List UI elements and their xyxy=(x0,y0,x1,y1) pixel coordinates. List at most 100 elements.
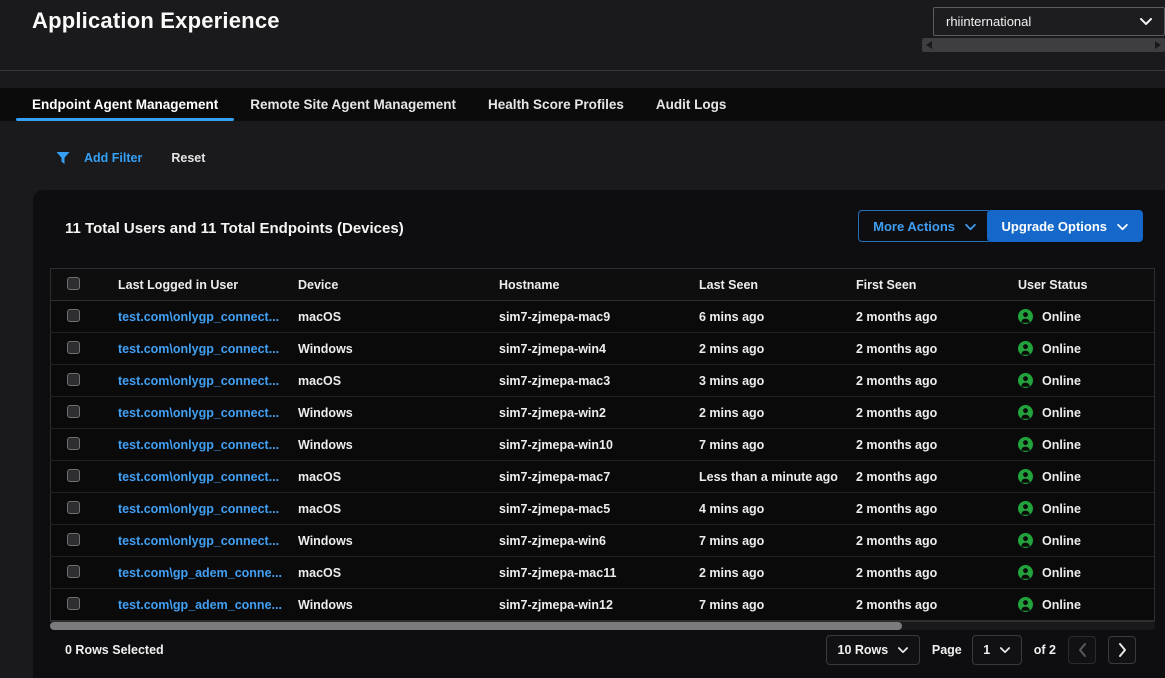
device-cell: Windows xyxy=(284,534,484,548)
online-user-icon xyxy=(1018,341,1033,356)
row-checkbox[interactable] xyxy=(67,597,80,610)
column-header-last-seen: Last Seen xyxy=(684,278,841,292)
user-link[interactable]: test.com\onlygp_connect... xyxy=(118,310,279,324)
device-cell: macOS xyxy=(284,374,484,388)
upgrade-options-button[interactable]: Upgrade Options xyxy=(987,210,1143,242)
row-checkbox[interactable] xyxy=(67,341,80,354)
last-seen-cell: 2 mins ago xyxy=(684,342,841,356)
status-label: Online xyxy=(1042,534,1081,548)
add-filter-button[interactable]: Add Filter xyxy=(84,151,142,165)
row-checkbox[interactable] xyxy=(67,437,80,450)
online-user-icon xyxy=(1018,597,1033,612)
hostname-cell: sim7-zjmepa-win2 xyxy=(484,406,684,420)
last-seen-cell: Less than a minute ago xyxy=(684,470,841,484)
rows-per-page-select[interactable]: 10 Rows xyxy=(826,635,920,665)
more-actions-button[interactable]: More Actions xyxy=(858,210,991,242)
filter-bar: Add Filter Reset xyxy=(56,147,205,169)
chevron-down-icon xyxy=(1117,219,1128,234)
online-user-icon xyxy=(1018,309,1033,324)
user-link[interactable]: test.com\onlygp_connect... xyxy=(118,438,279,452)
table-row: test.com\onlygp_connect... macOS sim7-zj… xyxy=(51,365,1154,397)
table-row: test.com\onlygp_connect... macOS sim7-zj… xyxy=(51,461,1154,493)
status-label: Online xyxy=(1042,566,1081,580)
tab-remote-site-agent-management[interactable]: Remote Site Agent Management xyxy=(234,88,472,121)
status-label: Online xyxy=(1042,598,1081,612)
page-number-value: 1 xyxy=(983,643,990,657)
status-label: Online xyxy=(1042,406,1081,420)
tenant-scrollbar[interactable] xyxy=(922,38,1165,52)
device-cell: Windows xyxy=(284,406,484,420)
hostname-cell: sim7-zjmepa-win4 xyxy=(484,342,684,356)
user-link[interactable]: test.com\onlygp_connect... xyxy=(118,342,279,356)
row-checkbox[interactable] xyxy=(67,373,80,386)
hostname-cell: sim7-zjmepa-mac3 xyxy=(484,374,684,388)
last-seen-cell: 2 mins ago xyxy=(684,406,841,420)
status-label: Online xyxy=(1042,438,1081,452)
reset-filter-button[interactable]: Reset xyxy=(171,151,205,165)
status-label: Online xyxy=(1042,310,1081,324)
user-link[interactable]: test.com\onlygp_connect... xyxy=(118,534,279,548)
row-checkbox[interactable] xyxy=(67,533,80,546)
user-link[interactable]: test.com\gp_adem_conne... xyxy=(118,598,282,612)
column-header-device: Device xyxy=(284,278,484,292)
first-seen-cell: 2 months ago xyxy=(841,374,998,388)
row-checkbox[interactable] xyxy=(67,565,80,578)
table-row: test.com\onlygp_connect... Windows sim7-… xyxy=(51,333,1154,365)
application-experience-screen: Application Experience rhiinternational … xyxy=(0,0,1165,678)
table-horizontal-scrollbar[interactable] xyxy=(50,622,1155,630)
user-link[interactable]: test.com\gp_adem_conne... xyxy=(118,566,282,580)
table-row: test.com\gp_adem_conne... macOS sim7-zjm… xyxy=(51,557,1154,589)
tab-strip: Endpoint Agent Management Remote Site Ag… xyxy=(0,88,1165,121)
first-seen-cell: 2 months ago xyxy=(841,342,998,356)
page-total-label: of 2 xyxy=(1034,643,1056,657)
first-seen-cell: 2 months ago xyxy=(841,534,998,548)
last-seen-cell: 7 mins ago xyxy=(684,598,841,612)
hostname-cell: sim7-zjmepa-mac9 xyxy=(484,310,684,324)
status-label: Online xyxy=(1042,374,1081,388)
tab-audit-logs[interactable]: Audit Logs xyxy=(640,88,743,121)
hostname-cell: sim7-zjmepa-win6 xyxy=(484,534,684,548)
tenant-select[interactable]: rhiinternational xyxy=(933,7,1165,36)
pagination-controls: 10 Rows Page 1 of 2 xyxy=(826,635,1136,665)
page-number-select[interactable]: 1 xyxy=(972,635,1022,665)
tab-endpoint-agent-management[interactable]: Endpoint Agent Management xyxy=(16,88,234,121)
last-seen-cell: 4 mins ago xyxy=(684,502,841,516)
online-user-icon xyxy=(1018,565,1033,580)
table-row: test.com\onlygp_connect... Windows sim7-… xyxy=(51,397,1154,429)
column-header-first-seen: First Seen xyxy=(841,278,998,292)
page-title: Application Experience xyxy=(32,8,280,34)
table-body: test.com\onlygp_connect... macOS sim7-zj… xyxy=(51,301,1154,621)
app-header: Application Experience rhiinternational xyxy=(0,0,1165,71)
first-seen-cell: 2 months ago xyxy=(841,310,998,324)
status-label: Online xyxy=(1042,342,1081,356)
table-row: test.com\onlygp_connect... macOS sim7-zj… xyxy=(51,493,1154,525)
row-checkbox[interactable] xyxy=(67,501,80,514)
rows-selected-status: 0 Rows Selected xyxy=(65,643,164,657)
horizontal-scrollbar-thumb[interactable] xyxy=(50,622,902,630)
row-checkbox[interactable] xyxy=(67,405,80,418)
table-row: test.com\onlygp_connect... Windows sim7-… xyxy=(51,525,1154,557)
previous-page-button[interactable] xyxy=(1068,636,1096,664)
scroll-left-arrow-icon[interactable] xyxy=(926,41,932,49)
table-row: test.com\onlygp_connect... macOS sim7-zj… xyxy=(51,301,1154,333)
last-seen-cell: 7 mins ago xyxy=(684,534,841,548)
scroll-right-arrow-icon[interactable] xyxy=(1155,41,1161,49)
table-header-row: Last Logged in User Device Hostname Last… xyxy=(51,269,1154,301)
user-link[interactable]: test.com\onlygp_connect... xyxy=(118,470,279,484)
tab-health-score-profiles[interactable]: Health Score Profiles xyxy=(472,88,640,121)
select-all-checkbox[interactable] xyxy=(67,277,80,290)
tab-label: Endpoint Agent Management xyxy=(32,97,218,112)
device-cell: macOS xyxy=(284,566,484,580)
chevron-down-icon xyxy=(1000,643,1010,657)
row-checkbox[interactable] xyxy=(67,469,80,482)
online-user-icon xyxy=(1018,373,1033,388)
column-header-hostname: Hostname xyxy=(484,278,684,292)
user-link[interactable]: test.com\onlygp_connect... xyxy=(118,502,279,516)
next-page-button[interactable] xyxy=(1108,636,1136,664)
user-link[interactable]: test.com\onlygp_connect... xyxy=(118,374,279,388)
endpoints-table: Last Logged in User Device Hostname Last… xyxy=(50,268,1155,622)
device-cell: macOS xyxy=(284,502,484,516)
rows-per-page-value: 10 Rows xyxy=(838,643,889,657)
user-link[interactable]: test.com\onlygp_connect... xyxy=(118,406,279,420)
row-checkbox[interactable] xyxy=(67,309,80,322)
